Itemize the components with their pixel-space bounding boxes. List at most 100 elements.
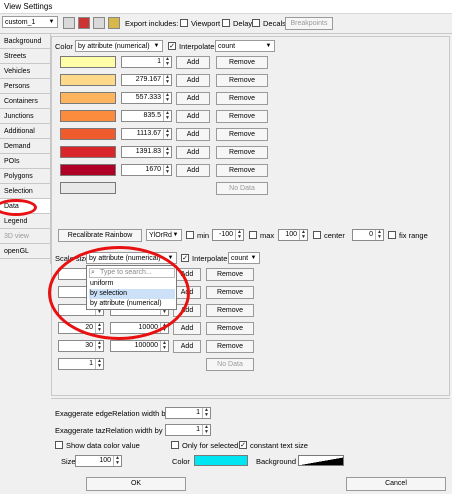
viewport-checkbox[interactable] — [180, 19, 188, 27]
recalibrate-rainbow-button[interactable]: Recalibrate Rainbow — [58, 229, 142, 242]
add-button[interactable]: Add — [173, 322, 201, 335]
sidebar-item-opengl[interactable]: openGL — [0, 244, 50, 259]
remove-button[interactable]: Remove — [216, 92, 268, 105]
spinner-icon[interactable]: ▲▼ — [113, 456, 121, 466]
add-button[interactable]: Add — [176, 56, 210, 69]
spinner-icon[interactable]: ▲▼ — [95, 359, 103, 369]
remove-button[interactable]: Remove — [206, 268, 254, 281]
color-swatch[interactable] — [60, 56, 116, 68]
sidebar-item-vehicles[interactable]: Vehicles — [0, 64, 50, 79]
remove-button[interactable]: Remove — [216, 110, 268, 123]
color-swatch[interactable] — [60, 110, 116, 122]
decals-checkbox[interactable] — [252, 19, 260, 27]
spinner-icon[interactable]: ▲▼ — [163, 111, 171, 121]
color-attribute-select[interactable]: count ▼ — [215, 40, 275, 52]
remove-button[interactable]: Remove — [216, 74, 268, 87]
add-button[interactable]: Add — [176, 146, 210, 159]
fix-range-checkbox[interactable] — [388, 231, 396, 239]
add-button[interactable]: Add — [176, 128, 210, 141]
color-swatch[interactable] — [60, 146, 116, 158]
sidebar-item-persons[interactable]: Persons — [0, 79, 50, 94]
spinner-icon[interactable]: ▲▼ — [375, 230, 383, 240]
delay-checkbox[interactable] — [222, 19, 230, 27]
background-color-swatch[interactable] — [298, 455, 344, 466]
scale-threshold-input[interactable]: 100000 ▲ ▼ — [110, 340, 169, 352]
color-mode-select[interactable]: by attribute (numerical) ▼ — [75, 40, 163, 52]
remove-button[interactable]: Remove — [206, 322, 254, 335]
spinner-icon[interactable]: ▲▼ — [163, 93, 171, 103]
export-icon[interactable] — [93, 17, 105, 29]
add-button[interactable]: Add — [176, 92, 210, 105]
scale-attribute-select[interactable]: count ▼ — [228, 252, 260, 264]
spinner-icon[interactable]: ▲▼ — [95, 341, 103, 351]
sidebar-item-streets[interactable]: Streets — [0, 49, 50, 64]
spinner-icon[interactable]: ▲▼ — [163, 165, 171, 175]
spinner-icon[interactable]: ▲▼ — [160, 341, 168, 351]
threshold-input[interactable]: 1 ▲ ▼ — [121, 56, 172, 68]
sidebar-item-junctions[interactable]: Junctions — [0, 109, 50, 124]
palette-select[interactable]: YlOrRd ▼ — [146, 229, 182, 241]
min-input[interactable]: -100 ▲ ▼ — [212, 229, 244, 241]
remove-button[interactable]: Remove — [216, 164, 268, 177]
spinner-icon[interactable]: ▲▼ — [163, 75, 171, 85]
remove-button[interactable]: Remove — [216, 56, 268, 69]
constant-text-checkbox[interactable]: ✓ — [239, 441, 247, 449]
sidebar-item-pois[interactable]: POIs — [0, 154, 50, 169]
threshold-input[interactable]: 557.333 ▲ ▼ — [121, 92, 172, 104]
scale-size-input[interactable]: 1 ▲ ▼ — [58, 358, 104, 370]
sidebar-item-containers[interactable]: Containers — [0, 94, 50, 109]
center-input[interactable]: 0 ▲ ▼ — [352, 229, 384, 241]
sidebar-item-additional[interactable]: Additional — [0, 124, 50, 139]
color-interpolate-checkbox[interactable]: ✓ — [168, 42, 176, 50]
spinner-icon[interactable]: ▲▼ — [202, 425, 210, 435]
remove-button[interactable]: Remove — [206, 304, 254, 317]
delete-icon[interactable] — [78, 17, 90, 29]
text-color-swatch[interactable] — [194, 455, 248, 466]
threshold-input[interactable]: 279.167 ▲ ▼ — [121, 74, 172, 86]
add-button[interactable]: Add — [173, 340, 201, 353]
color-swatch[interactable] — [60, 92, 116, 104]
only-selected-checkbox[interactable] — [171, 441, 179, 449]
threshold-input[interactable]: 1391.83 ▲ ▼ — [121, 146, 172, 158]
remove-button[interactable]: Remove — [206, 340, 254, 353]
breakpoints-button[interactable]: Breakpoints — [285, 17, 333, 30]
cancel-button[interactable]: Cancel — [346, 477, 446, 491]
scheme-select[interactable]: custom_1 ▼ — [2, 16, 58, 28]
spinner-icon[interactable]: ▲▼ — [163, 147, 171, 157]
scale-interpolate-checkbox[interactable]: ✓ — [181, 254, 189, 262]
remove-button[interactable]: Remove — [216, 146, 268, 159]
size-input[interactable]: 100 ▲ ▼ — [75, 455, 122, 467]
sidebar-item-legend[interactable]: Legend — [0, 214, 50, 229]
sidebar-item-demand[interactable]: Demand — [0, 139, 50, 154]
spinner-icon[interactable]: ▲▼ — [235, 230, 243, 240]
add-button[interactable]: Add — [176, 164, 210, 177]
remove-button[interactable]: Remove — [216, 128, 268, 141]
no-data-button[interactable]: No Data — [216, 182, 268, 195]
color-swatch[interactable] — [60, 182, 116, 194]
sidebar-item-background[interactable]: Background — [0, 34, 50, 49]
spinner-icon[interactable]: ▲▼ — [299, 230, 307, 240]
add-button[interactable]: Add — [176, 110, 210, 123]
color-swatch[interactable] — [60, 164, 116, 176]
color-swatch[interactable] — [60, 128, 116, 140]
edge-exaggerate-input[interactable]: 1 ▲ ▼ — [165, 407, 211, 419]
spinner-icon[interactable]: ▲▼ — [202, 408, 210, 418]
min-checkbox[interactable] — [186, 231, 194, 239]
center-checkbox[interactable] — [313, 231, 321, 239]
sidebar-item-selection[interactable]: Selection — [0, 184, 50, 199]
max-checkbox[interactable] — [249, 231, 257, 239]
remove-button[interactable]: Remove — [206, 286, 254, 299]
ok-button[interactable]: OK — [86, 477, 186, 491]
max-input[interactable]: 100 ▲ ▼ — [278, 229, 308, 241]
threshold-input[interactable]: 1113.67 ▲ ▼ — [121, 128, 172, 140]
spinner-icon[interactable]: ▲▼ — [163, 57, 171, 67]
save-icon[interactable] — [63, 17, 75, 29]
taz-exaggerate-input[interactable]: 1 ▲ ▼ — [165, 424, 211, 436]
color-swatch[interactable] — [60, 74, 116, 86]
show-data-color-checkbox[interactable] — [55, 441, 63, 449]
threshold-input[interactable]: 835.5 ▲ ▼ — [121, 110, 172, 122]
scale-size-input[interactable]: 30 ▲ ▼ — [58, 340, 104, 352]
open-icon[interactable] — [108, 17, 120, 29]
no-data-button[interactable]: No Data — [206, 358, 254, 371]
sidebar-item-3d-view[interactable]: 3D view — [0, 229, 50, 244]
